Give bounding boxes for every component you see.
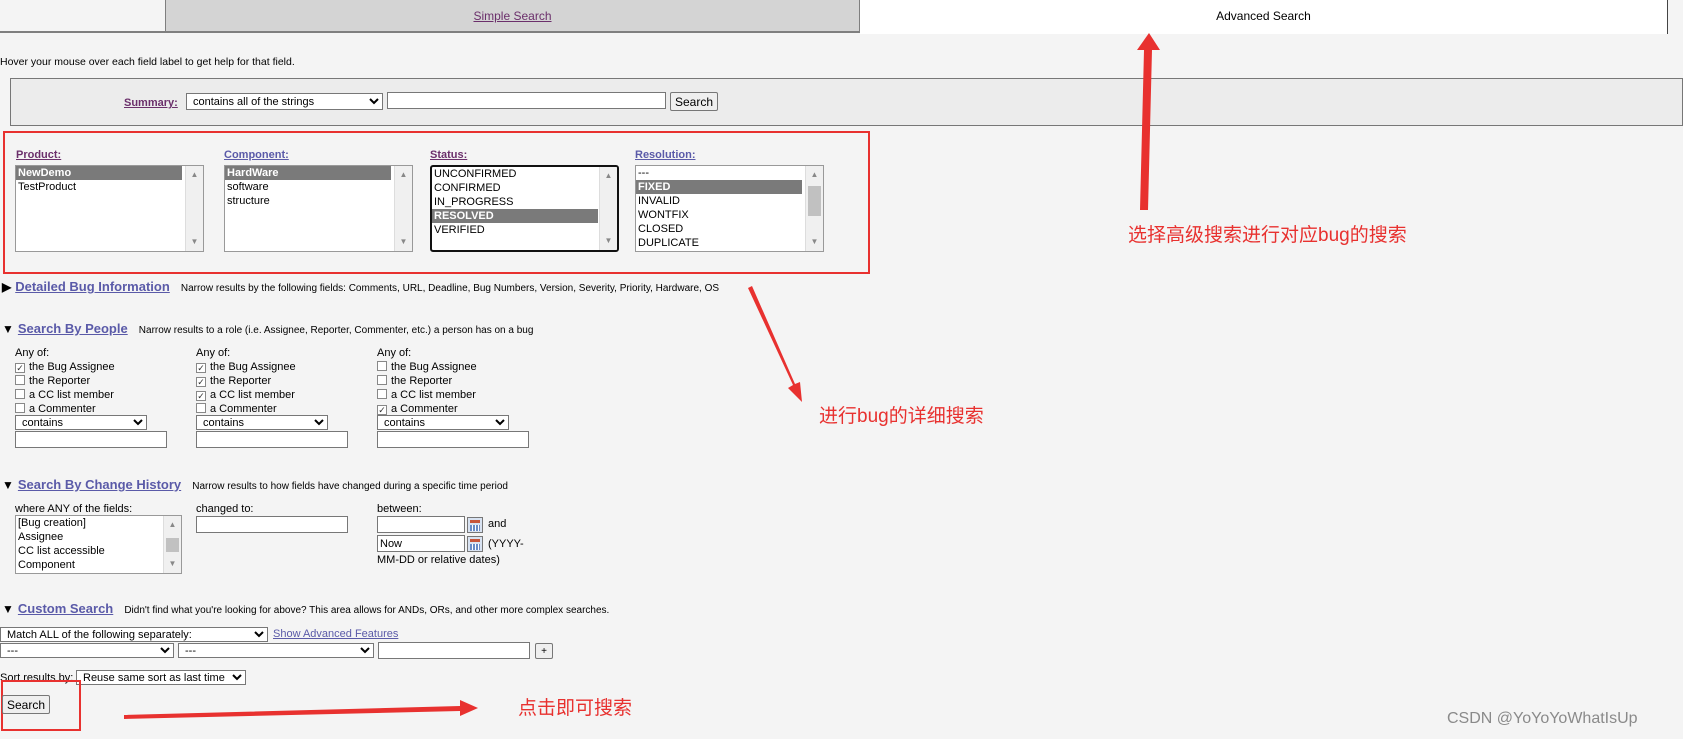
annotation-click: 点击即可搜索 — [518, 698, 633, 719]
annotation-detail: 进行bug的详细搜索 — [819, 406, 984, 427]
arrow-to-advanced-tab — [1137, 33, 1160, 210]
arrow-to-search — [124, 700, 478, 719]
watermark: CSDN @YoYoYoWhatIsUp — [1447, 710, 1638, 727]
arrow-to-detailed — [748, 286, 802, 402]
annotation-arrows — [124, 33, 1160, 719]
annotation-advanced: 选择高级搜索进行对应bug的搜索 — [1128, 225, 1407, 246]
